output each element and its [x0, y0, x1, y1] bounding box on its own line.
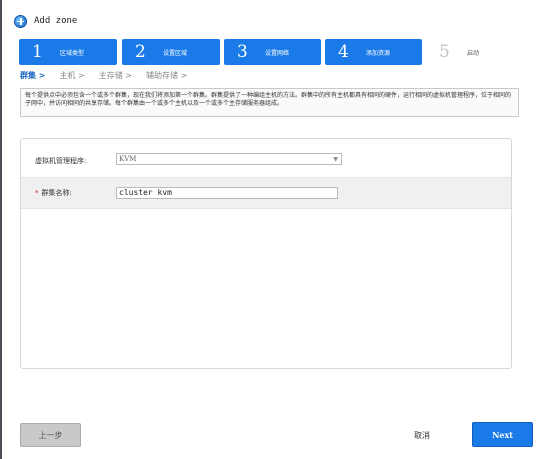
left-edge-border	[0, 0, 2, 459]
cluster-name-label-text: 群集名称:	[41, 189, 72, 197]
cluster-name-input[interactable]: cluster kvm	[116, 187, 338, 199]
subtab-primary-storage[interactable]: 主存储 >	[99, 70, 132, 82]
step-label: 添加资源	[366, 49, 391, 57]
step-number: 4	[338, 42, 349, 62]
step-label: 区域类型	[60, 49, 85, 57]
step-label: 启动	[467, 49, 480, 57]
cluster-name-row: * 群集名称: cluster kvm	[21, 177, 511, 209]
step-setup-zone[interactable]: 2 设置区域	[122, 39, 220, 65]
step-label: 设置区域	[163, 49, 188, 57]
info-description: 每个提供点中必须包含一个或多个群集，现在我们将添加第一个群集。群集提供了一种编组…	[20, 88, 519, 117]
subtab-secondary-storage[interactable]: 辅助存储 >	[146, 70, 187, 82]
hypervisor-select[interactable]: KVM ▼	[116, 153, 342, 165]
cancel-button[interactable]: 取消	[414, 430, 430, 441]
step-zone-type[interactable]: 1 区域类型	[19, 39, 117, 65]
wizard-steps: 1 区域类型 2 设置区域 3 设置网络 4 添加资源 5 启动	[19, 39, 529, 65]
dialog-title: Add zone	[34, 16, 78, 26]
chevron-down-icon: ▼	[333, 156, 338, 163]
hypervisor-row: 虚拟机管理程序: KVM ▼	[21, 145, 511, 177]
cluster-form: 虚拟机管理程序: KVM ▼ * 群集名称: cluster kvm	[20, 138, 512, 369]
dialog-header: Add zone	[14, 12, 77, 30]
step-number: 5	[439, 42, 450, 62]
step-number: 3	[237, 42, 248, 62]
step-setup-network[interactable]: 3 设置网络	[224, 39, 321, 65]
subtab-host[interactable]: 主机 >	[60, 70, 85, 82]
required-marker: *	[35, 189, 39, 197]
step-launch: 5 启动	[426, 39, 526, 65]
add-circle-icon	[14, 14, 27, 28]
cluster-name-label: * 群集名称:	[35, 188, 72, 198]
step-number: 1	[32, 42, 43, 62]
next-button[interactable]: Next	[472, 422, 533, 447]
previous-button[interactable]: 上一步	[20, 423, 81, 447]
step-label: 设置网络	[265, 49, 290, 57]
hypervisor-label: 虚拟机管理程序:	[35, 157, 87, 165]
subtab-cluster[interactable]: 群集 >	[20, 70, 46, 82]
resource-subtabs: 群集 > 主机 > 主存储 > 辅助存储 >	[20, 70, 201, 82]
step-number: 2	[135, 42, 146, 62]
hypervisor-value: KVM	[119, 155, 137, 163]
step-add-resources[interactable]: 4 添加资源	[325, 39, 422, 65]
